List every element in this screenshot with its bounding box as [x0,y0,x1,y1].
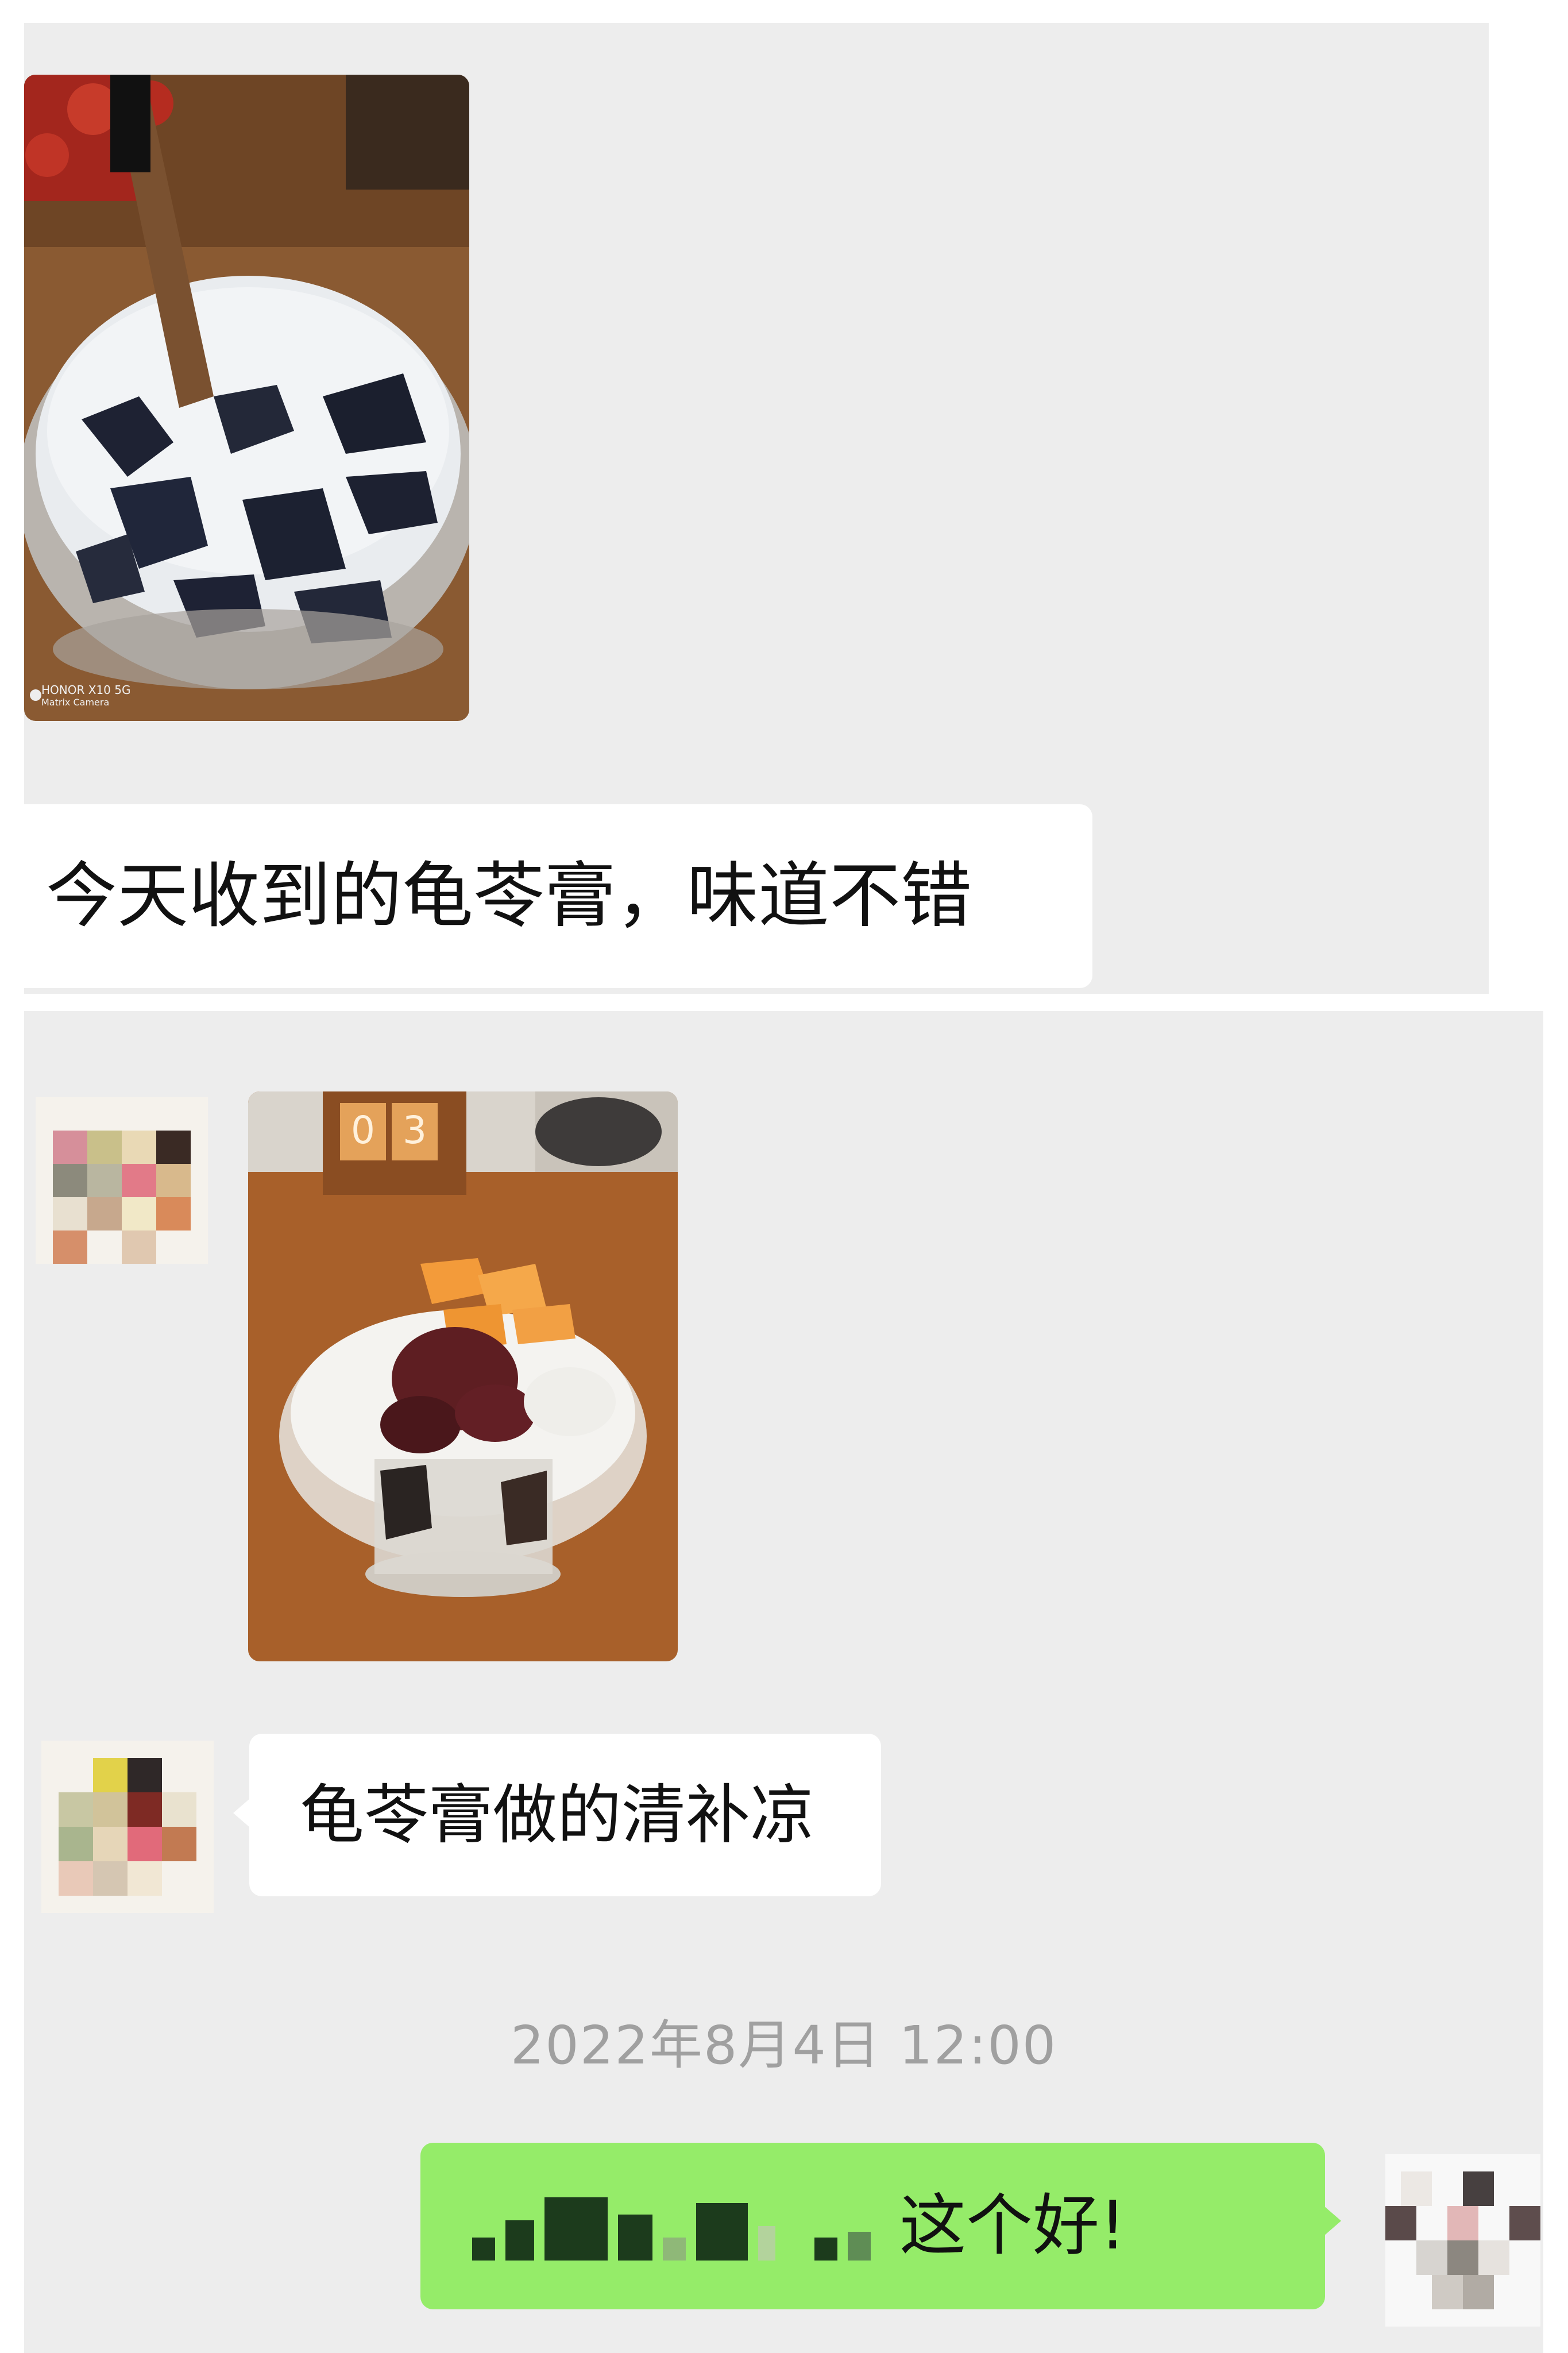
pixelated-avatar-icon [1385,2154,1540,2327]
pixelated-avatar-icon [36,1097,208,1264]
reply-text: 这个好! [899,2187,1126,2265]
message-text: 今天收到的龟苓膏，味道不错 [46,855,972,938]
chat-image-dessert[interactable]: 0 3 [248,1091,678,1661]
message-bubble[interactable]: 今天收到的龟苓膏，味道不错 [24,804,1092,988]
my-message-bubble[interactable]: 这个好! [420,2143,1341,2309]
grass-jelly-milk-photo [24,75,469,721]
calendar-digit-1: 0 [351,1108,375,1152]
pixelated-avatar-icon [41,1741,214,1913]
calendar-block: 0 3 [340,1102,438,1159]
bubble-tail [233,1798,250,1828]
bubble-tail [1324,2206,1341,2236]
watermark-line-1: HONOR X10 5G [41,683,131,697]
message-timestamp: 2022年8月4日 12:00 [510,2015,1057,2076]
my-avatar[interactable] [1385,2154,1540,2327]
contact-avatar[interactable] [36,1097,208,1264]
message-text: 龟苓膏做的清补凉 [300,1777,814,1853]
watermark-line-2: Matrix Camera [41,697,110,708]
calendar-digit-2: 3 [403,1108,427,1152]
chat-screenshot-1: HONOR X10 5G Matrix Camera 今天收到的龟苓膏，味道不错 [24,23,1489,994]
pixelated-text [472,2192,871,2261]
chat-screenshot-2: 0 3 龟苓膏做的清补凉 2022年8月4日 12:00 这个好! [24,1011,1543,2353]
grass-jelly-dessert-photo [248,1091,678,1661]
chat-image-grass-jelly[interactable]: HONOR X10 5G Matrix Camera [24,75,469,721]
camera-watermark: HONOR X10 5G Matrix Camera [41,684,130,709]
contact-avatar[interactable] [41,1741,214,1913]
message-bubble[interactable]: 龟苓膏做的清补凉 [233,1734,881,1896]
